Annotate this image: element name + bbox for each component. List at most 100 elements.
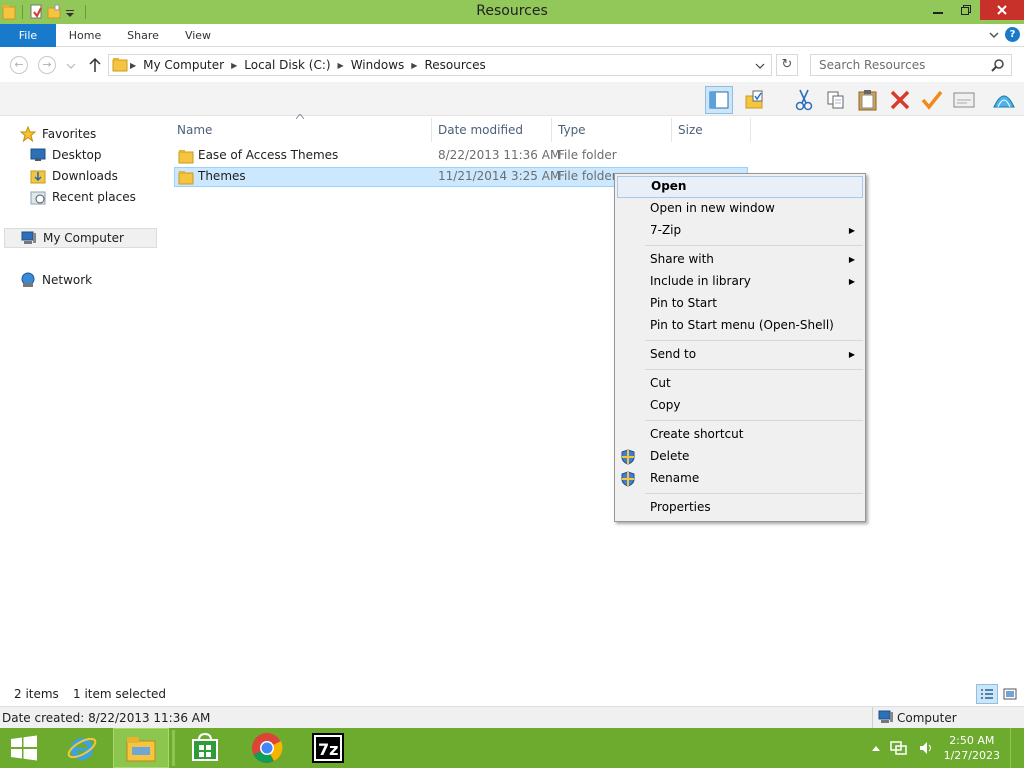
breadcrumb-resources[interactable]: Resources — [419, 58, 490, 72]
taskbar-7zip[interactable]: 7z — [300, 728, 356, 768]
nav-label: Desktop — [52, 148, 102, 162]
nav-label: My Computer — [43, 231, 124, 245]
restore-button[interactable] — [952, 0, 980, 20]
taskbar-store[interactable] — [177, 728, 233, 768]
paste-button[interactable] — [854, 86, 882, 114]
submenu-arrow-icon: ▶ — [848, 350, 855, 359]
taskbar-chrome[interactable] — [239, 728, 295, 768]
nav-downloads[interactable]: Downloads — [30, 166, 118, 186]
breadcrumb-local-disk[interactable]: Local Disk (C:) — [239, 58, 335, 72]
navigation-pane-button[interactable] — [705, 86, 733, 114]
menu-item-7zip[interactable]: 7-Zip ▶ — [617, 220, 863, 242]
show-hidden-icons-icon[interactable] — [871, 745, 880, 751]
expand-ribbon-icon[interactable] — [989, 30, 999, 40]
tab-share[interactable]: Share — [118, 24, 168, 47]
up-arrow-icon[interactable] — [88, 57, 102, 73]
menu-item-delete[interactable]: Delete — [617, 446, 863, 468]
delete-button[interactable] — [886, 86, 914, 114]
clock[interactable]: 2:50 AM 1/27/2023 — [944, 733, 1000, 763]
email-button[interactable] — [950, 86, 978, 114]
large-icons-view-button[interactable] — [1000, 684, 1020, 704]
tab-file[interactable]: File — [0, 24, 56, 47]
column-header-date[interactable]: Date modified — [438, 120, 523, 140]
search-input[interactable]: Search Resources — [810, 54, 1012, 76]
column-divider[interactable] — [551, 118, 552, 142]
column-header-name[interactable]: Name — [177, 120, 212, 140]
computer-icon — [21, 231, 36, 244]
minimize-button[interactable] — [924, 0, 952, 20]
file-row[interactable]: Ease of Access Themes 8/22/2013 11:36 AM… — [174, 146, 748, 166]
menu-label: Share with — [650, 252, 714, 266]
title-bar: Resources — [0, 0, 1024, 24]
cut-button[interactable] — [790, 86, 818, 114]
menu-item-share-with[interactable]: Share with ▶ — [617, 249, 863, 271]
tab-view[interactable]: View — [176, 24, 220, 47]
scissors-icon — [795, 89, 813, 111]
file-type: File folder — [558, 148, 617, 162]
address-bar[interactable]: ▶ My Computer ▶ Local Disk (C:) ▶ Window… — [108, 54, 772, 76]
help-icon[interactable]: ? — [1005, 27, 1020, 42]
clock-time: 2:50 AM — [949, 734, 995, 747]
nav-favorites[interactable]: Favorites — [20, 124, 96, 144]
menu-item-pin-to-start[interactable]: Pin to Start — [617, 293, 863, 315]
properties-button[interactable] — [918, 86, 946, 114]
forward-button[interactable]: → — [38, 56, 56, 74]
start-button[interactable] — [0, 728, 48, 768]
menu-item-copy[interactable]: Copy — [617, 395, 863, 417]
column-header-type[interactable]: Type — [558, 120, 586, 140]
menu-item-create-shortcut[interactable]: Create shortcut — [617, 424, 863, 446]
uac-shield-icon — [621, 449, 635, 465]
folder-options-button[interactable] — [742, 86, 770, 114]
details-bar: Date created: 8/22/2013 11:36 AM Compute… — [0, 706, 1024, 728]
file-type: File folder — [558, 169, 617, 183]
breadcrumb-separator[interactable]: ▶ — [409, 61, 419, 70]
menu-label: Rename — [650, 471, 700, 485]
nav-my-computer[interactable]: My Computer — [4, 228, 157, 248]
refresh-button[interactable]: ↻ — [776, 54, 798, 76]
column-divider[interactable] — [671, 118, 672, 142]
details-view-button[interactable] — [976, 684, 998, 704]
network-status-icon[interactable] — [889, 740, 908, 756]
copy-button[interactable] — [822, 86, 850, 114]
column-divider[interactable] — [750, 118, 751, 142]
nav-recent-places[interactable]: Recent places — [30, 187, 136, 207]
menu-item-send-to[interactable]: Send to ▶ — [617, 344, 863, 366]
file-name: Ease of Access Themes — [198, 148, 339, 162]
column-header-size[interactable]: Size — [678, 120, 703, 140]
close-icon — [997, 5, 1007, 15]
taskbar-internet-explorer[interactable] — [54, 728, 110, 768]
nav-desktop[interactable]: Desktop — [30, 145, 102, 165]
taskbar-file-explorer[interactable] — [113, 728, 169, 768]
breadcrumb-separator[interactable]: ▶ — [229, 61, 239, 70]
breadcrumb-separator[interactable]: ▶ — [336, 61, 346, 70]
address-dropdown-icon[interactable] — [755, 62, 765, 70]
menu-item-pin-to-start-menu[interactable]: Pin to Start menu (Open-Shell) — [617, 315, 863, 337]
file-explorer-icon — [126, 737, 156, 762]
details-view-icon — [981, 689, 993, 699]
mail-icon — [953, 92, 975, 108]
column-divider[interactable] — [431, 118, 432, 142]
menu-item-open[interactable]: Open — [617, 176, 863, 198]
computer-icon — [878, 710, 893, 723]
show-desktop-button[interactable] — [1010, 728, 1016, 768]
breadcrumb-windows[interactable]: Windows — [346, 58, 410, 72]
settings-button[interactable] — [990, 86, 1018, 114]
back-button[interactable]: ← — [10, 56, 28, 74]
recent-locations-icon[interactable] — [66, 62, 76, 70]
nav-network[interactable]: Network — [20, 270, 92, 290]
tab-home[interactable]: Home — [60, 24, 110, 47]
nav-label: Recent places — [52, 190, 136, 204]
menu-item-open-new-window[interactable]: Open in new window — [617, 198, 863, 220]
breadcrumb-my-computer[interactable]: My Computer — [138, 58, 229, 72]
close-button[interactable] — [980, 0, 1024, 20]
menu-item-include-library[interactable]: Include in library ▶ — [617, 271, 863, 293]
breadcrumb-separator[interactable]: ▶ — [128, 61, 138, 70]
menu-separator — [645, 420, 863, 421]
menu-item-properties[interactable]: Properties — [617, 497, 863, 519]
menu-item-rename[interactable]: Rename — [617, 468, 863, 490]
folder-icon — [178, 150, 194, 164]
menu-item-cut[interactable]: Cut — [617, 373, 863, 395]
windows-logo-icon — [11, 735, 37, 761]
volume-icon[interactable] — [918, 740, 934, 756]
taskbar: 7z 2:50 AM 1/27/2023 — [0, 728, 1024, 768]
